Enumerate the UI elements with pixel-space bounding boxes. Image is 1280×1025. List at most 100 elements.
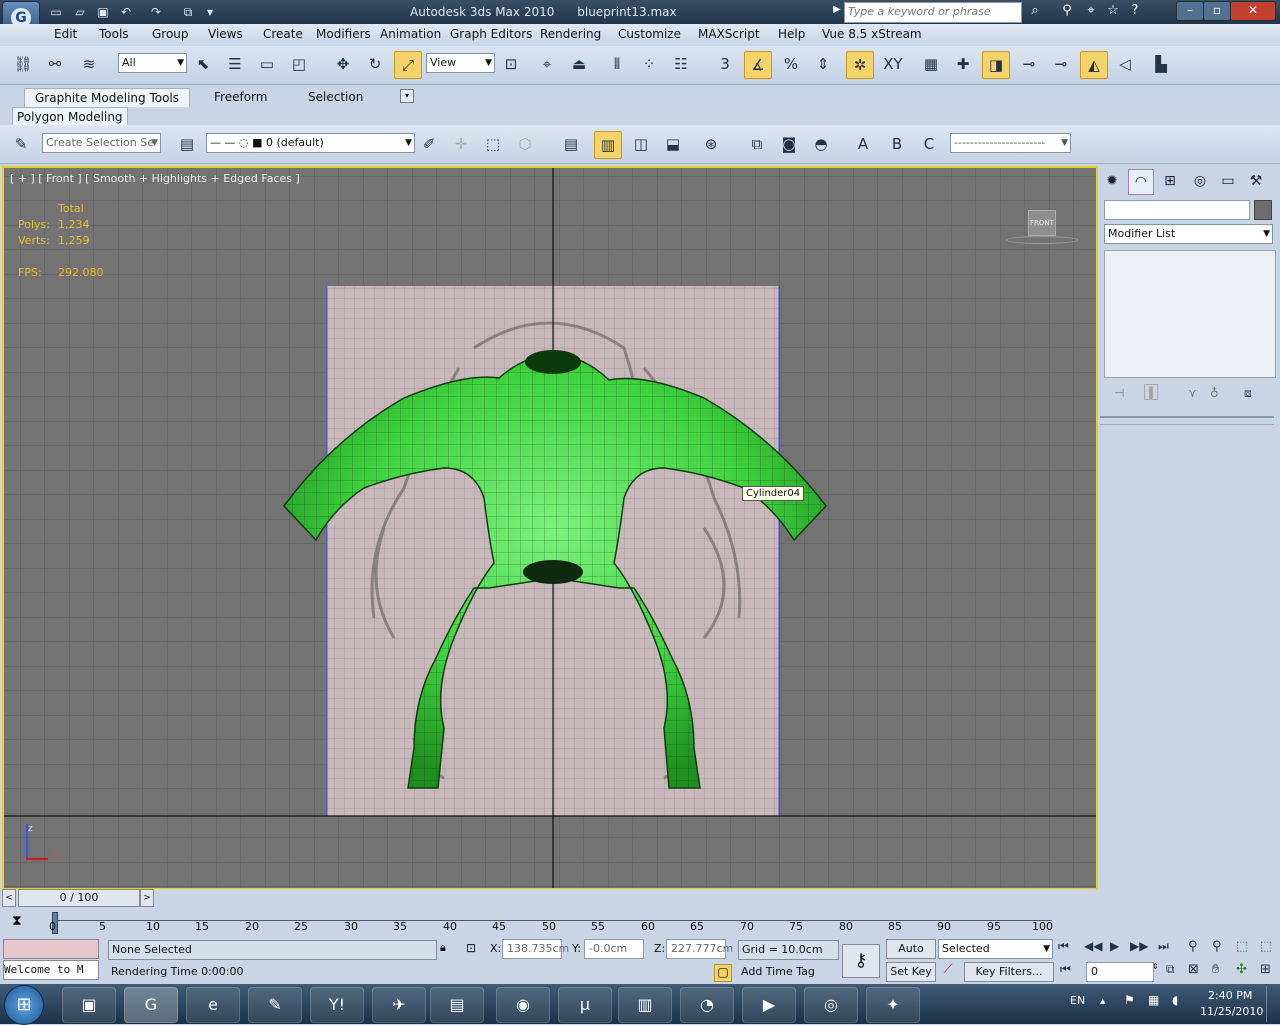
quick-render-icon[interactable]: ◭ xyxy=(1080,51,1108,79)
modifier-stack[interactable] xyxy=(1104,250,1276,378)
set-key-key-icon[interactable]: ⚷ xyxy=(842,944,880,978)
tab-selection[interactable]: Selection xyxy=(298,88,373,106)
keyboard-shortcut-override-icon[interactable]: ⏏ xyxy=(566,51,592,77)
taskbar-app-icon[interactable]: ✦ xyxy=(866,987,920,1023)
open-file-icon[interactable]: ▱ xyxy=(72,4,88,20)
selection-lock-icon[interactable]: 🔒︎ xyxy=(440,941,446,955)
subscription-icon[interactable]: ⚲ xyxy=(1058,2,1076,20)
taskbar-utorrent-icon[interactable]: µ xyxy=(558,987,612,1023)
set-current-layer-icon[interactable]: ⬡ xyxy=(512,131,538,157)
select-layer-icon[interactable]: ⬚ xyxy=(480,131,506,157)
anim-set-b-icon[interactable]: B xyxy=(884,131,910,157)
select-and-scale-icon[interactable]: ⤢ xyxy=(394,51,422,79)
object-name-field[interactable] xyxy=(1104,200,1250,220)
render-setup-icon[interactable]: ⊸ xyxy=(1016,51,1042,77)
project-folder-icon[interactable]: ⧉ xyxy=(180,4,196,20)
select-and-link-icon[interactable]: ⛓ xyxy=(10,51,36,77)
taskbar-firefox-icon[interactable]: ◉ xyxy=(496,987,550,1023)
save-icon[interactable]: ▣ xyxy=(95,4,111,20)
edit-named-selection-icon[interactable]: ✲ xyxy=(846,51,874,79)
named-selection-dropdown[interactable]: Create Selection Se ▼ xyxy=(42,133,161,153)
render-iterative-icon[interactable]: ◁ xyxy=(1112,51,1138,77)
menu-group[interactable]: Group xyxy=(152,27,189,41)
teapot-render-icon[interactable]: ⧉ xyxy=(744,131,770,157)
taskbar-acrobat-icon[interactable]: ✈ xyxy=(372,987,426,1023)
spinner-snap-icon[interactable]: ⇕ xyxy=(810,51,836,77)
redo-icon[interactable]: ↷ xyxy=(148,4,164,20)
curve-editor-mini-icon[interactable]: ⧗ xyxy=(12,913,22,929)
go-to-start-icon[interactable]: ⏮ xyxy=(1058,939,1069,954)
maximize-button[interactable]: ▫ xyxy=(1203,1,1231,21)
favorites-star-icon[interactable]: ☆ xyxy=(1104,2,1122,20)
create-tab-sun-icon[interactable]: ✹ xyxy=(1100,169,1124,193)
layer-explorer-icon[interactable]: ▥ xyxy=(594,131,622,159)
menu-graph-editors[interactable]: Graph Editors xyxy=(450,27,532,41)
render-checker-icon[interactable]: ⊛ xyxy=(698,131,724,157)
tab-freeform[interactable]: Freeform xyxy=(204,88,277,106)
taskbar-media-icon[interactable]: ▣ xyxy=(62,987,116,1023)
naming-abc-icon[interactable]: ✎ xyxy=(8,131,34,157)
pivot-center-icon[interactable]: ⊡ xyxy=(498,51,524,77)
menu-edit[interactable]: Edit xyxy=(54,27,77,41)
curve-editor-icon[interactable]: ▦ xyxy=(918,51,944,77)
menu-views[interactable]: Views xyxy=(208,27,243,41)
time-slider[interactable]: < 0 / 100 > xyxy=(2,889,1096,907)
teapot-frame-icon[interactable]: ◙ xyxy=(776,131,802,157)
taskbar-explorer-icon[interactable]: ▤ xyxy=(430,987,484,1023)
minimize-button[interactable]: – xyxy=(1176,1,1204,21)
taskbar-player-icon[interactable]: ◎ xyxy=(804,987,858,1023)
maxscript-mini-listener-pink[interactable] xyxy=(3,939,99,959)
teapot-quick-icon[interactable]: ◓ xyxy=(808,131,834,157)
taskbar-window-icon[interactable]: ▥ xyxy=(618,987,672,1023)
viewcube-ring[interactable] xyxy=(1006,236,1078,244)
window-crossing-icon[interactable]: ◰ xyxy=(286,51,312,77)
add-to-layer-icon[interactable]: ✐ xyxy=(416,131,442,157)
undo-icon[interactable]: ↶ xyxy=(118,4,134,20)
chevron-right-icon[interactable]: ▶ xyxy=(833,4,841,15)
auto-key-button[interactable]: Auto Key xyxy=(886,939,936,973)
communication-center-icon[interactable]: ⌖ xyxy=(1082,2,1100,20)
play-icon[interactable]: ▶ xyxy=(1110,939,1119,953)
next-frame-arrow-icon[interactable]: > xyxy=(140,889,154,907)
layer-dropdown[interactable]: — — ◌ ■ 0 (default) ▼ xyxy=(206,133,415,153)
maximize-viewport-icon[interactable]: ⊞ xyxy=(1260,962,1271,977)
search-field[interactable] xyxy=(844,2,1022,23)
taskbar-ie-icon[interactable]: e xyxy=(186,987,240,1023)
select-by-name-icon[interactable]: ☰ xyxy=(222,51,248,77)
absolute-mode-icon[interactable]: ⊡ xyxy=(466,941,476,955)
field-of-view-icon[interactable]: ⊠ xyxy=(1188,962,1199,977)
mirror-icon[interactable]: ⫴ xyxy=(604,51,630,77)
start-button[interactable]: ⊞ xyxy=(4,985,44,1025)
close-button[interactable]: ✕ xyxy=(1230,1,1276,21)
hierarchy-tab-icon[interactable]: ⊞ xyxy=(1158,169,1182,193)
frame-spinner-icon[interactable]: ⇕ xyxy=(1152,962,1162,980)
align-icon[interactable]: ⁘ xyxy=(636,51,662,77)
previous-frame-icon[interactable]: ◀◀ xyxy=(1084,939,1102,953)
unlink-selection-icon[interactable]: ⚯ xyxy=(42,51,68,77)
modify-tab-icon[interactable]: ◠ xyxy=(1128,169,1154,195)
help-icon[interactable]: ? xyxy=(1126,2,1144,20)
time-slider-thumb[interactable]: 0 / 100 xyxy=(18,889,140,907)
modifier-list-dropdown[interactable]: Modifier List ▼ xyxy=(1104,224,1273,244)
taskbar-arrow-icon[interactable]: ▶ xyxy=(742,987,796,1023)
viewport-label-menu[interactable]: [ + ] [ Front ] [ Smooth + Highlights + … xyxy=(10,172,300,185)
zoom-all-icon[interactable]: ⚲ xyxy=(1212,939,1222,954)
tray-flag-icon[interactable]: ⚑ xyxy=(1124,993,1135,1007)
menu-create[interactable]: Create xyxy=(263,27,303,41)
quick-access-dropdown-icon[interactable]: ▾ xyxy=(202,4,218,20)
configure-modifier-sets-icon[interactable]: ⧈ xyxy=(1244,386,1252,401)
taskbar-3dsmax-icon[interactable]: G xyxy=(124,987,178,1023)
anim-set-a-icon[interactable]: A xyxy=(850,131,876,157)
layer-manager-icon[interactable]: ▤ xyxy=(174,131,200,157)
object-color-swatch[interactable] xyxy=(1254,200,1272,220)
new-file-icon[interactable]: ▭ xyxy=(48,4,64,20)
scene-explorer-icon[interactable]: ▤ xyxy=(558,131,584,157)
taskbar-notepad-icon[interactable]: ✎ xyxy=(248,987,302,1023)
bind-to-space-warp-icon[interactable]: ≋ xyxy=(76,51,102,77)
zoom-extents-icon[interactable]: ⬚ xyxy=(1236,939,1248,954)
create-layer-icon[interactable]: ✛ xyxy=(448,131,474,157)
menu-animation[interactable]: Animation xyxy=(380,27,441,41)
taskbar-yahoo-icon[interactable]: Y! xyxy=(310,987,364,1023)
key-mode-dropdown[interactable]: Selected ▼ xyxy=(938,939,1053,959)
menu-modifiers[interactable]: Modifiers xyxy=(316,27,371,41)
